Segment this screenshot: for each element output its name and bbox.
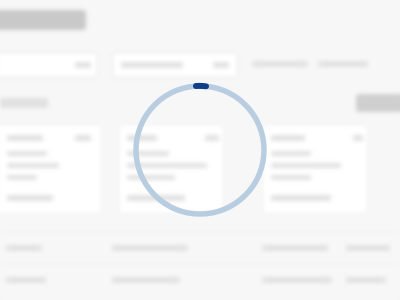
loading-spinner — [133, 82, 267, 217]
loading-overlay — [0, 0, 400, 300]
spinner-track — [133, 83, 267, 217]
